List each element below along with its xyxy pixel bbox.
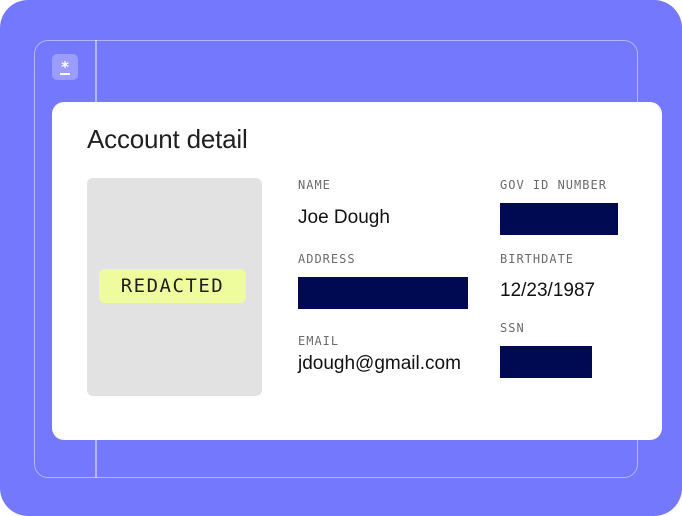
address-redaction [298, 277, 468, 309]
asterisk-icon[interactable]: * [52, 54, 78, 80]
card-title: Account detail [87, 124, 248, 154]
asterisk-glyph: * [60, 58, 70, 76]
address-label: ADDRESS [298, 252, 356, 266]
birthdate-label: BIRTHDATE [500, 252, 575, 266]
email-label: EMAIL [298, 334, 340, 348]
birthdate-value: 12/23/1987 [500, 280, 596, 301]
ssn-label: SSN [500, 321, 525, 335]
app-background: * Account detail REDACTED NAME Joe Dough… [0, 0, 682, 516]
ssn-redaction [500, 346, 592, 378]
email-value: jdough@gmail.com [298, 353, 461, 374]
name-value: Joe Dough [298, 207, 390, 228]
account-detail-card: Account detail REDACTED NAME Joe Dough A… [52, 102, 662, 440]
photo-placeholder: REDACTED [87, 178, 262, 396]
redacted-badge: REDACTED [99, 269, 246, 303]
name-label: NAME [298, 178, 331, 192]
gov-id-label: GOV ID NUMBER [500, 178, 607, 192]
gov-id-redaction [500, 203, 618, 235]
